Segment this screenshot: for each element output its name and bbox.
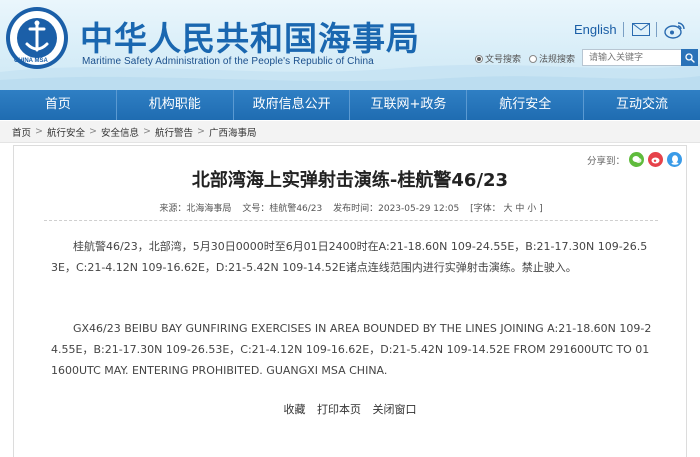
- qq-share-icon[interactable]: [667, 152, 682, 167]
- search-input[interactable]: [582, 49, 682, 66]
- search-option-law[interactable]: 法规搜索: [529, 52, 575, 65]
- nav-item-navigation-safety[interactable]: 航行安全: [466, 90, 583, 120]
- article-actions: 收藏 打印本页 关闭窗口: [14, 401, 686, 417]
- nav-item-internet-gov[interactable]: 互联网+政务: [349, 90, 466, 120]
- breadcrumb-separator: >: [35, 126, 43, 137]
- search-option-docno[interactable]: 文号搜索: [475, 52, 521, 65]
- radio-selected-icon[interactable]: [475, 54, 483, 63]
- breadcrumb-item[interactable]: 首页: [12, 125, 31, 139]
- wechat-share-icon[interactable]: [629, 152, 644, 167]
- radio-icon[interactable]: [529, 54, 538, 63]
- article-paragraph-en: GX46/23 BEIBU BAY GUNFIRING EXERCISES IN…: [51, 322, 652, 377]
- site-header: CHINA MSA 中华人民共和国海事局 Maritime Safety Adm…: [0, 0, 700, 90]
- meta-source: 来源：北海海事局: [159, 204, 232, 214]
- divider: [623, 22, 624, 37]
- font-size-switcher[interactable]: [字体： 大 中 小 ]: [470, 204, 542, 214]
- main-nav: 首页 机构职能 政府信息公开 互联网+政务 航行安全 互动交流: [0, 90, 700, 120]
- breadcrumb-item[interactable]: 航行警告: [155, 125, 193, 139]
- nav-item-interaction[interactable]: 互动交流: [583, 90, 700, 120]
- breadcrumb-separator: >: [196, 126, 205, 137]
- nav-item-gov-info[interactable]: 政府信息公开: [232, 90, 350, 120]
- article-paragraph-cn: 桂航警46/23，北部湾，5月30日0000时至6月01日2400时在A:21-…: [51, 240, 648, 274]
- search-icon: [684, 52, 695, 63]
- english-link[interactable]: English: [574, 22, 617, 37]
- weibo-share-icon[interactable]: [648, 152, 663, 167]
- divider: [656, 22, 657, 37]
- weibo-icon[interactable]: [664, 20, 686, 40]
- meta-doc-no: 文号：桂航警46/23: [242, 204, 323, 214]
- article-meta: 来源：北海海事局 文号：桂航警46/23 发布时间：2023-05-29 12:…: [44, 201, 658, 221]
- article-title: 北部湾海上实弹射击演练-桂航警46/23: [191, 170, 509, 191]
- breadcrumb-item[interactable]: 广西海事局: [209, 125, 257, 139]
- search-type-options: 文号搜索 法规搜索: [475, 52, 583, 65]
- nav-item-home[interactable]: 首页: [0, 90, 116, 120]
- close-window-button[interactable]: 关闭窗口: [373, 403, 417, 416]
- breadcrumb-item[interactable]: 安全信息: [101, 125, 139, 139]
- favorite-button[interactable]: 收藏: [284, 403, 306, 416]
- breadcrumb-item[interactable]: 航行安全: [47, 125, 85, 139]
- breadcrumb-separator: >: [89, 126, 97, 137]
- site-title[interactable]: 中华人民共和国海事局: [80, 12, 420, 60]
- breadcrumb-separator: >: [142, 126, 151, 137]
- meta-date: 发布时间：2023-05-29 12:05: [333, 204, 460, 214]
- mail-icon[interactable]: [632, 23, 650, 36]
- print-button[interactable]: 打印本页: [317, 403, 361, 416]
- site-subtitle: Maritime Safety Administration of the Pe…: [82, 56, 374, 67]
- search-button[interactable]: [681, 49, 698, 66]
- share-label: 分享到：: [586, 155, 625, 167]
- breadcrumb: 首页 > 航行安全 > 安全信息 > 航行警告 > 广西海事局: [0, 121, 700, 143]
- nav-item-organization[interactable]: 机构职能: [115, 90, 233, 120]
- share-bar: 分享到：: [587, 152, 682, 167]
- article-panel: 分享到： 北部湾海上实弹射击演练-桂航警46/23 来源：北海海事局 文号：桂航…: [13, 145, 687, 457]
- logo-text: CHINA MSA: [14, 58, 48, 64]
